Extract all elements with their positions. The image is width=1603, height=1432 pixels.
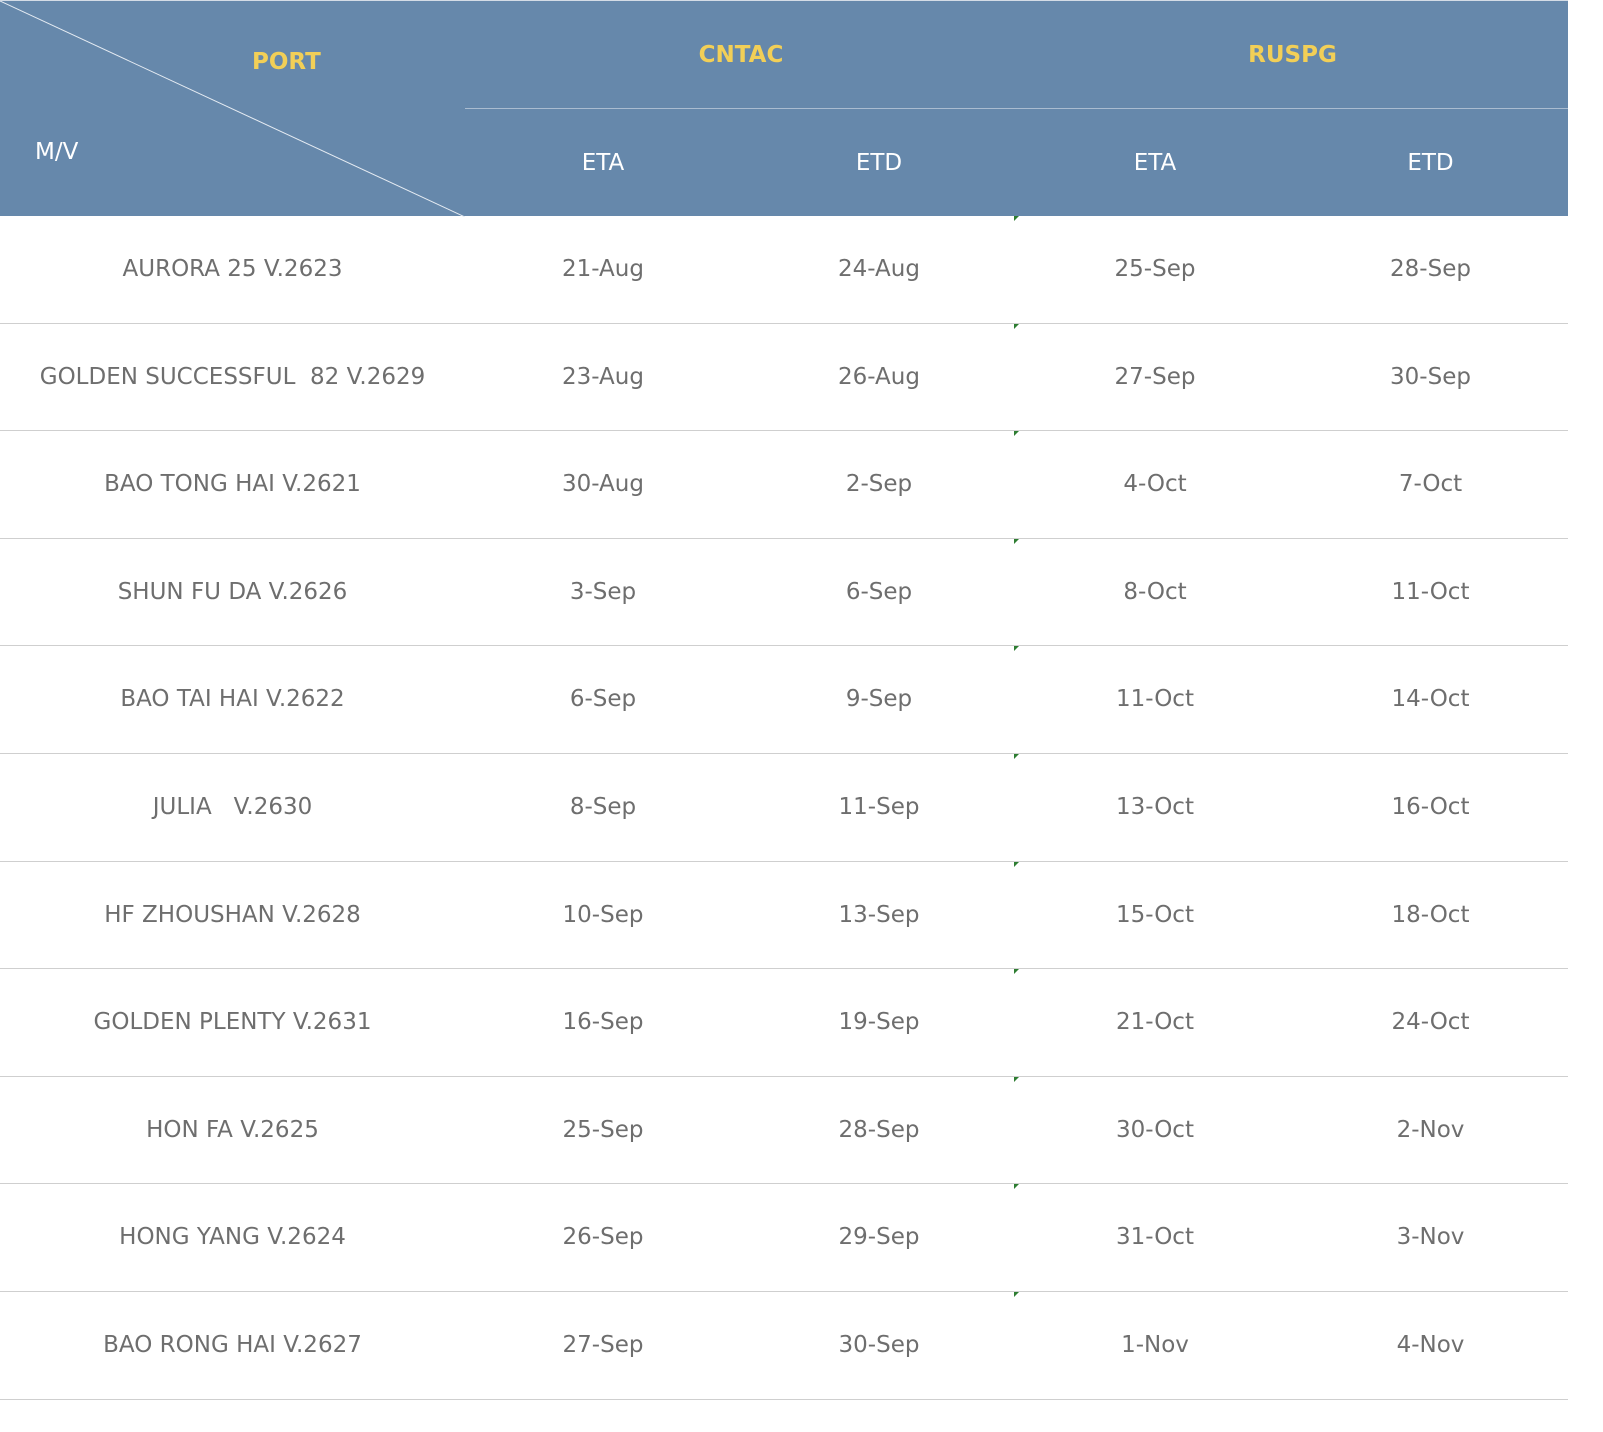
table-row: HON FA V.2625 25-Sep 28-Sep 30-Oct 2-Nov [0, 1076, 1568, 1185]
ruspg-eta-cell: 30-Oct [1116, 1116, 1194, 1143]
vessel-name-cell: BAO TONG HAI V.2621 [104, 471, 361, 498]
cntac-etd-cell: 30-Sep [838, 1331, 920, 1358]
cntac-etd-cell: 29-Sep [838, 1224, 920, 1251]
ruspg-eta-cell: 21-Oct [1116, 1009, 1194, 1036]
ruspg-etd-cell: 28-Sep [1390, 256, 1471, 282]
vessel-header-label: M/V [35, 139, 79, 165]
ruspg-eta-cell: 1-Nov [1121, 1331, 1189, 1358]
ruspg-etd-cell: 14-Oct [1391, 686, 1470, 713]
column-header-cntac-eta: ETA [581, 150, 625, 176]
vessel-name-cell: HF ZHOUSHAN V.2628 [104, 901, 361, 928]
table-row: JULIA V.2630 8-Sep 11-Sep 13-Oct 16-Oct [0, 753, 1568, 862]
ruspg-eta-cell: 13-Oct [1116, 793, 1194, 820]
diagonal-divider [0, 1, 465, 217]
table-body: AURORA 25 V.2623 21-Aug 24-Aug 25-Sep 28-Sep… [0, 216, 1568, 1400]
ruspg-eta-cell: 11-Oct [1116, 686, 1194, 713]
cntac-etd-cell: 19-Sep [838, 1009, 920, 1036]
ruspg-eta-cell: 31-Oct [1116, 1224, 1194, 1251]
cntac-etd-cell: 6-Sep [845, 578, 913, 605]
port-header-label: PORT [252, 49, 321, 75]
vessel-name-cell: JULIA V.2630 [152, 793, 313, 820]
table-row: HONG YANG V.2624 26-Sep 29-Sep 31-Oct 3-Nov [0, 1184, 1568, 1292]
table-row: AURORA 25 V.2623 21-Aug 24-Aug 25-Sep 28-Sep [0, 216, 1568, 324]
vessel-schedule-table: PORT M/V CNTAC RUSPG ETA ETD ETA ETD AUR… [0, 0, 1568, 1400]
table-row: GOLDEN SUCCESSFUL 82 V.2629 23-Aug 26-Aug 2… [0, 323, 1568, 432]
vessel-name-cell: HON FA V.2625 [146, 1116, 319, 1143]
cntac-eta-cell: 6-Sep [569, 686, 637, 713]
vessel-name-cell: BAO TAI HAI V.2622 [120, 686, 345, 713]
cntac-etd-cell: 24-Aug [838, 256, 920, 282]
ruspg-etd-cell: 7-Oct [1398, 471, 1463, 498]
ruspg-eta-cell: 8-Oct [1123, 578, 1187, 605]
ruspg-etd-cell: 24-Oct [1391, 1009, 1470, 1036]
ruspg-eta-cell: 4-Oct [1123, 471, 1187, 498]
cntac-etd-cell: 28-Sep [838, 1116, 920, 1143]
cntac-etd-cell: 11-Sep [838, 793, 920, 820]
column-header-ruspg-etd: ETD [1407, 150, 1454, 176]
ruspg-eta-cell: 27-Sep [1114, 363, 1196, 390]
ruspg-etd-cell: 18-Oct [1391, 901, 1470, 928]
vessel-name-cell: SHUN FU DA V.2626 [117, 578, 348, 605]
vessel-name-cell: BAO RONG HAI V.2627 [103, 1331, 362, 1358]
vessel-name-cell: GOLDEN SUCCESSFUL 82 V.2629 [39, 363, 426, 390]
cntac-eta-cell: 23-Aug [562, 363, 644, 390]
cntac-etd-cell: 26-Aug [838, 363, 920, 390]
cntac-etd-cell: 2-Sep [845, 471, 913, 498]
port-group-ruspg: RUSPG [1248, 42, 1337, 68]
table-row: BAO RONG HAI V.2627 27-Sep 30-Sep 1-Nov 4-No… [0, 1291, 1568, 1400]
cntac-eta-cell: 16-Sep [562, 1009, 644, 1036]
cntac-eta-cell: 21-Aug [562, 256, 644, 282]
vessel-name-cell: GOLDEN PLENTY V.2631 [93, 1009, 372, 1036]
table-row: BAO TAI HAI V.2622 6-Sep 9-Sep 11-Oct 14-Oct [0, 646, 1568, 754]
cntac-eta-cell: 30-Aug [562, 471, 644, 498]
ruspg-etd-cell: 11-Oct [1391, 578, 1470, 605]
ruspg-etd-cell: 16-Oct [1391, 793, 1470, 820]
cntac-eta-cell: 27-Sep [562, 1331, 644, 1358]
vessel-name-cell: AURORA 25 V.2623 [122, 256, 343, 282]
column-header-ruspg-eta: ETA [1133, 150, 1177, 176]
ruspg-etd-cell: 2-Nov [1396, 1116, 1465, 1143]
table-header: PORT M/V CNTAC RUSPG ETA ETD ETA ETD [0, 0, 1568, 217]
ruspg-eta-cell: 25-Sep [1114, 256, 1196, 282]
port-group-cntac: CNTAC [698, 42, 784, 68]
ruspg-eta-cell: 15-Oct [1116, 901, 1194, 928]
vessel-name-cell: HONG YANG V.2624 [119, 1224, 346, 1251]
table-row: BAO TONG HAI V.2621 30-Aug 2-Sep 4-Oct 7-Oct [0, 431, 1568, 539]
ruspg-etd-cell: 30-Sep [1390, 363, 1471, 390]
table-row: HF ZHOUSHAN V.2628 10-Sep 13-Sep 15-Oct 18-O… [0, 861, 1568, 970]
cntac-eta-cell: 25-Sep [562, 1116, 644, 1143]
ruspg-etd-cell: 4-Nov [1396, 1331, 1465, 1358]
cntac-etd-cell: 13-Sep [838, 901, 920, 928]
cntac-eta-cell: 8-Sep [569, 793, 637, 820]
cntac-eta-cell: 3-Sep [569, 578, 637, 605]
cntac-etd-cell: 9-Sep [845, 686, 913, 713]
column-header-cntac-etd: ETD [855, 150, 903, 176]
header-corner-cell: PORT M/V [0, 1, 465, 217]
cntac-eta-cell: 26-Sep [562, 1224, 644, 1251]
ruspg-etd-cell: 3-Nov [1396, 1224, 1465, 1251]
cntac-eta-cell: 10-Sep [562, 901, 644, 928]
table-row: SHUN FU DA V.2626 3-Sep 6-Sep 8-Oct 11-Oct [0, 538, 1568, 647]
table-row: GOLDEN PLENTY V.2631 16-Sep 19-Sep 21-Oct 24… [0, 969, 1568, 1077]
